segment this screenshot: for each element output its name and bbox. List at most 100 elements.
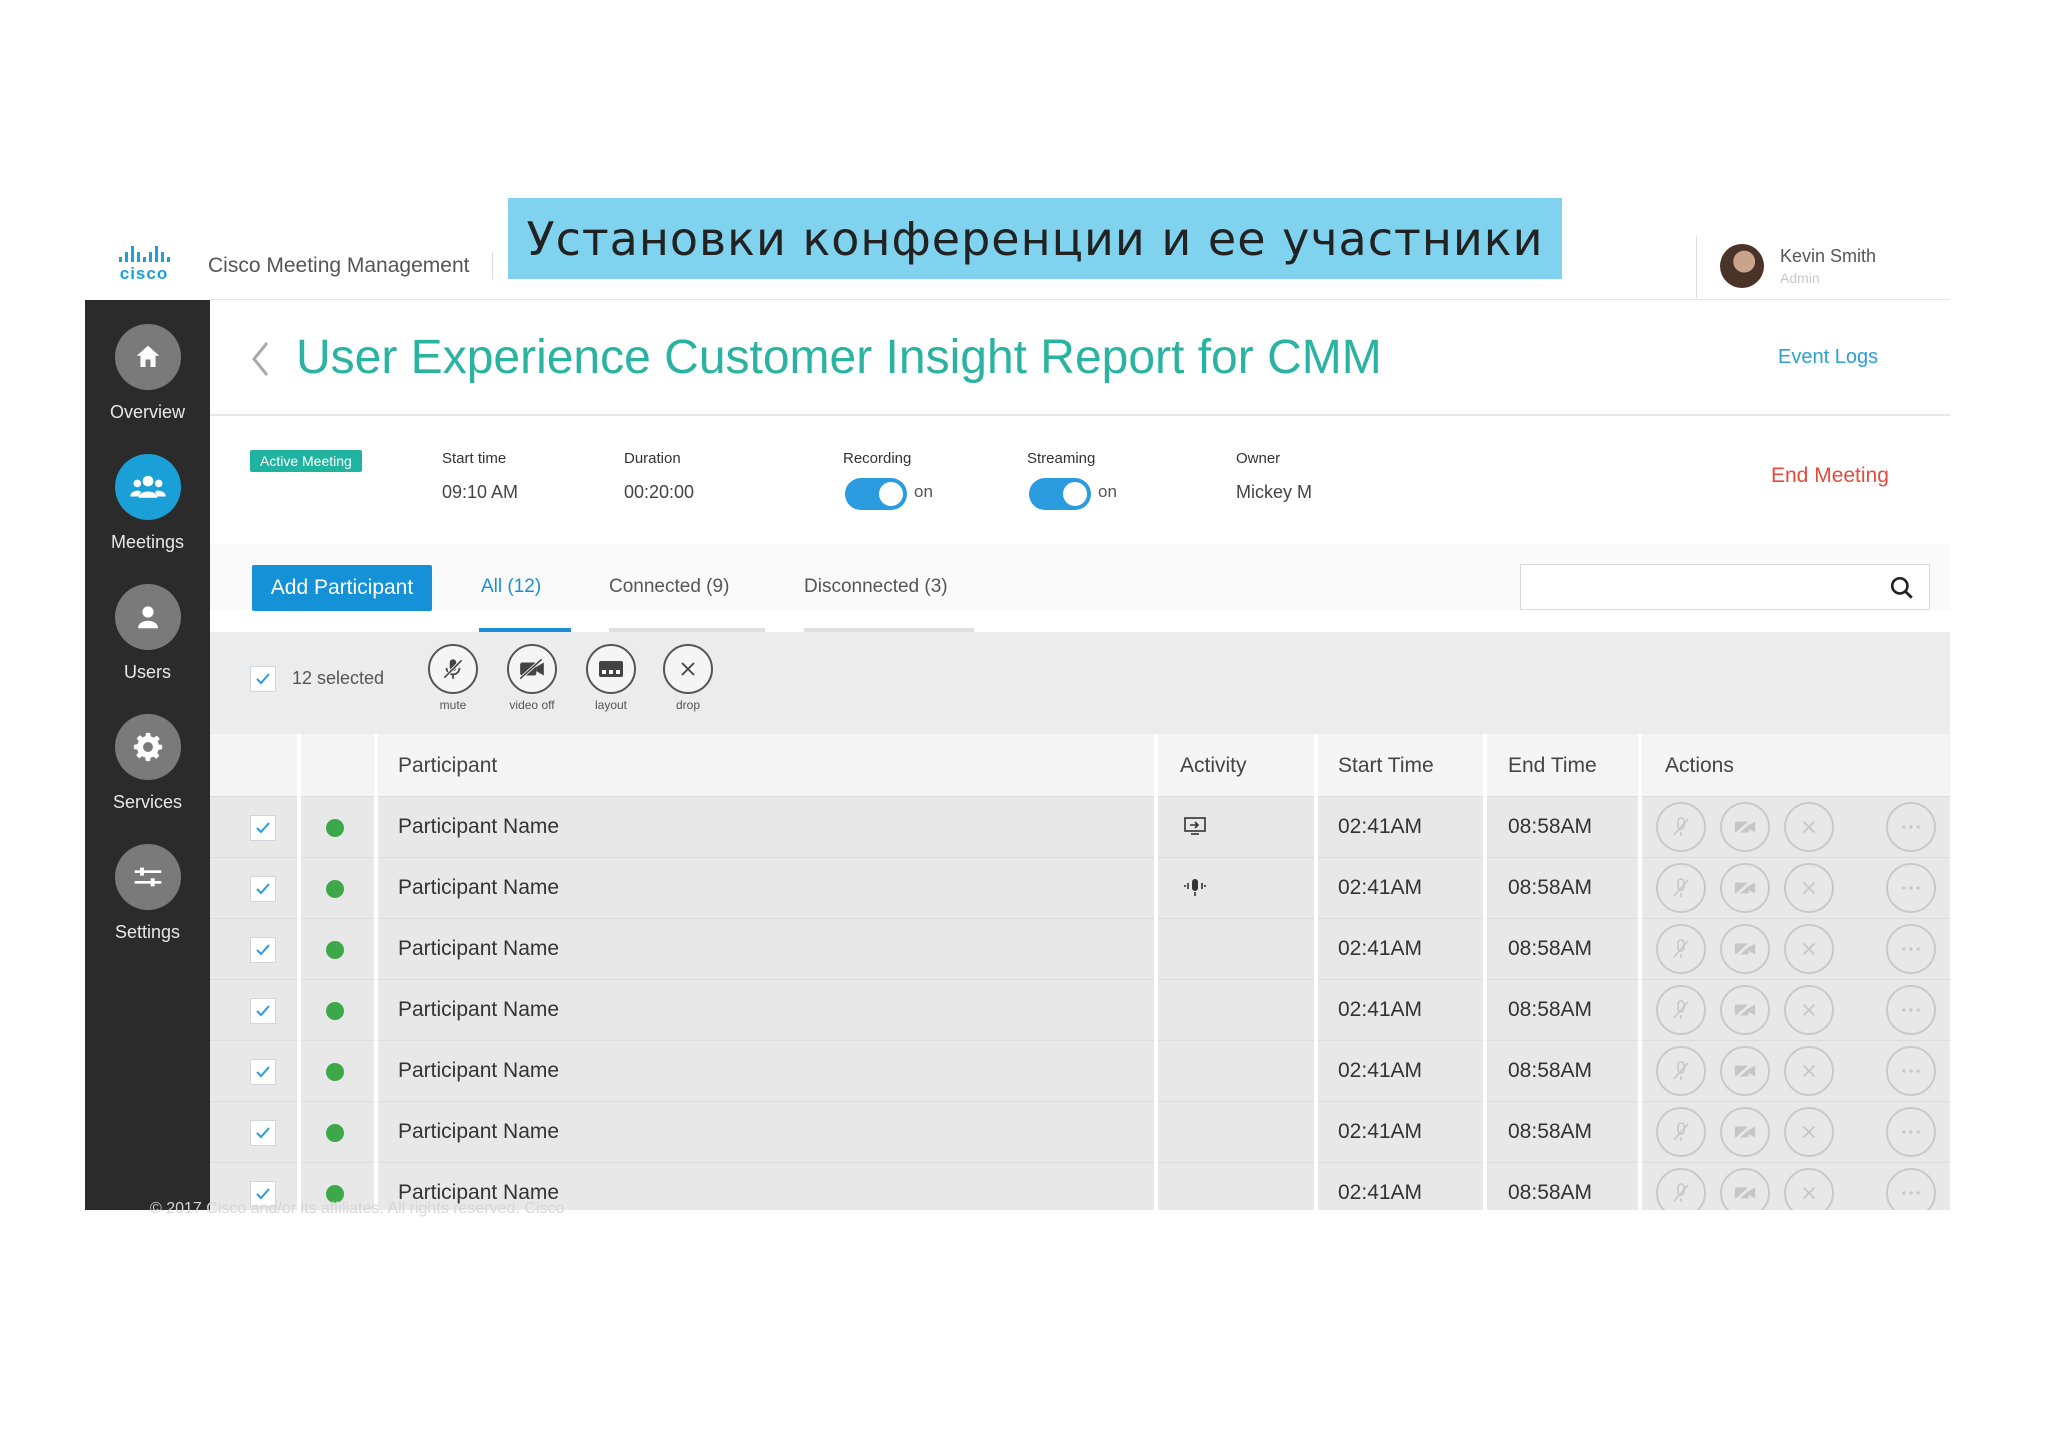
sidebar-item-settings[interactable]: Settings	[85, 844, 210, 943]
drop-button[interactable]	[1784, 802, 1834, 852]
streaming-label: Streaming	[1027, 450, 1096, 467]
add-participant-button[interactable]: Add Participant	[252, 565, 432, 611]
more-button[interactable]	[1886, 985, 1936, 1035]
row-checkbox[interactable]	[250, 815, 276, 841]
status-badge: Active Meeting	[250, 450, 362, 472]
mute-all-button[interactable]: mute	[427, 644, 479, 712]
table-row[interactable]: Participant Name 02:41AM 08:58AM	[210, 979, 1950, 1040]
search-icon[interactable]	[1889, 575, 1915, 601]
row-checkbox[interactable]	[250, 1120, 276, 1146]
more-button[interactable]	[1886, 924, 1936, 974]
avatar[interactable]	[1720, 244, 1764, 288]
start-time-label: Start time	[442, 450, 507, 467]
mute-button[interactable]	[1656, 1168, 1706, 1210]
more-button[interactable]	[1886, 1046, 1936, 1096]
row-checkbox[interactable]	[250, 998, 276, 1024]
mute-button[interactable]	[1656, 863, 1706, 913]
close-icon	[1797, 1181, 1821, 1205]
table-row[interactable]: Participant Name 02:41AM 08:58AM	[210, 796, 1950, 857]
start-time: 02:41AM	[1338, 998, 1423, 1021]
screen-share-icon	[1182, 815, 1208, 837]
table-row[interactable]: Participant Name 02:41AM 08:58AM	[210, 918, 1950, 979]
row-checkbox[interactable]	[250, 1059, 276, 1085]
user-name[interactable]: Kevin Smith	[1780, 246, 1876, 267]
row-checkbox[interactable]	[250, 937, 276, 963]
select-all-checkbox[interactable]	[250, 666, 276, 692]
streaming-toggle[interactable]	[1029, 478, 1091, 510]
search-input[interactable]	[1520, 564, 1930, 610]
more-button[interactable]	[1886, 802, 1936, 852]
more-button[interactable]	[1886, 1107, 1936, 1157]
video-off-button[interactable]	[1720, 863, 1770, 913]
more-icon	[1899, 1120, 1923, 1144]
tab-disconnected[interactable]: Disconnected (3)	[804, 576, 948, 598]
participant-name[interactable]: Participant Name	[398, 1059, 559, 1083]
video-off-button[interactable]	[1720, 1168, 1770, 1210]
table-row[interactable]: Participant Name 02:41AM 08:58AM	[210, 1101, 1950, 1162]
table-row[interactable]: Participant Name 02:41AM 08:58AM	[210, 857, 1950, 918]
recording-label: Recording	[843, 450, 912, 467]
mute-button[interactable]	[1656, 1046, 1706, 1096]
tab-all[interactable]: All (12)	[481, 576, 541, 598]
end-meeting-button[interactable]: End Meeting	[1771, 464, 1889, 488]
sidebar-item-overview[interactable]: Overview	[85, 324, 210, 423]
mic-off-icon	[1669, 998, 1693, 1022]
column-header-end-time[interactable]: End Time	[1508, 754, 1597, 778]
mute-button[interactable]	[1656, 802, 1706, 852]
close-icon	[1797, 815, 1821, 839]
drop-button[interactable]	[1784, 924, 1834, 974]
start-time: 02:41AM	[1338, 815, 1423, 838]
participant-name[interactable]: Participant Name	[398, 998, 559, 1022]
column-divider	[374, 734, 378, 1210]
tab-connected[interactable]: Connected (9)	[609, 576, 729, 598]
sidebar-item-meetings[interactable]: Meetings	[85, 454, 210, 553]
close-icon	[1797, 1059, 1821, 1083]
drop-button[interactable]	[1784, 1168, 1834, 1210]
video-off-button[interactable]	[1720, 924, 1770, 974]
recording-toggle[interactable]	[845, 478, 907, 510]
column-header-start-time[interactable]: Start Time	[1338, 754, 1434, 778]
drop-button[interactable]	[1784, 1046, 1834, 1096]
video-off-button[interactable]	[1720, 985, 1770, 1035]
more-button[interactable]	[1886, 1168, 1936, 1210]
participant-name[interactable]: Participant Name	[398, 1120, 559, 1144]
video-off-button[interactable]	[1720, 1107, 1770, 1157]
mic-off-icon	[1669, 1059, 1693, 1083]
participant-name[interactable]: Participant Name	[398, 937, 559, 961]
table-row[interactable]: Participant Name 02:41AM 08:58AM	[210, 1040, 1950, 1101]
streaming-state: on	[1098, 482, 1117, 501]
sidebar-item-label: Users	[123, 662, 171, 682]
online-status-icon	[326, 941, 344, 959]
sidebar-item-users[interactable]: Users	[85, 584, 210, 683]
start-time: 02:41AM	[1338, 1120, 1423, 1143]
mute-button[interactable]	[1656, 924, 1706, 974]
video-off-button[interactable]	[1720, 1046, 1770, 1096]
drop-button[interactable]	[1784, 863, 1834, 913]
drop-button[interactable]	[1784, 985, 1834, 1035]
column-header-participant[interactable]: Participant	[398, 754, 497, 778]
participant-name[interactable]: Participant Name	[398, 815, 559, 839]
video-off-button[interactable]	[1720, 802, 1770, 852]
title-divider	[210, 414, 1950, 416]
participant-name[interactable]: Participant Name	[398, 876, 559, 900]
sidebar-item-label: Meetings	[110, 532, 185, 552]
drop-all-button[interactable]: drop	[662, 644, 714, 712]
mute-button[interactable]	[1656, 985, 1706, 1035]
back-icon[interactable]	[250, 340, 270, 378]
row-checkbox[interactable]	[250, 876, 276, 902]
start-time: 02:41AM	[1338, 1181, 1423, 1204]
sidebar-item-label: Settings	[114, 922, 181, 942]
layout-button[interactable]: layout	[585, 644, 637, 712]
event-logs-link[interactable]: Event Logs	[1778, 346, 1878, 369]
video-off-all-button[interactable]: video off	[506, 644, 558, 712]
sidebar-item-services[interactable]: Services	[85, 714, 210, 813]
drop-button[interactable]	[1784, 1107, 1834, 1157]
mute-button[interactable]	[1656, 1107, 1706, 1157]
online-status-icon	[326, 819, 344, 837]
video-off-icon	[1733, 876, 1757, 900]
page-title: User Experience Customer Insight Report …	[296, 331, 1382, 384]
check-icon	[256, 1127, 270, 1139]
more-button[interactable]	[1886, 863, 1936, 913]
column-header-activity[interactable]: Activity	[1180, 754, 1247, 778]
close-icon	[1797, 937, 1821, 961]
